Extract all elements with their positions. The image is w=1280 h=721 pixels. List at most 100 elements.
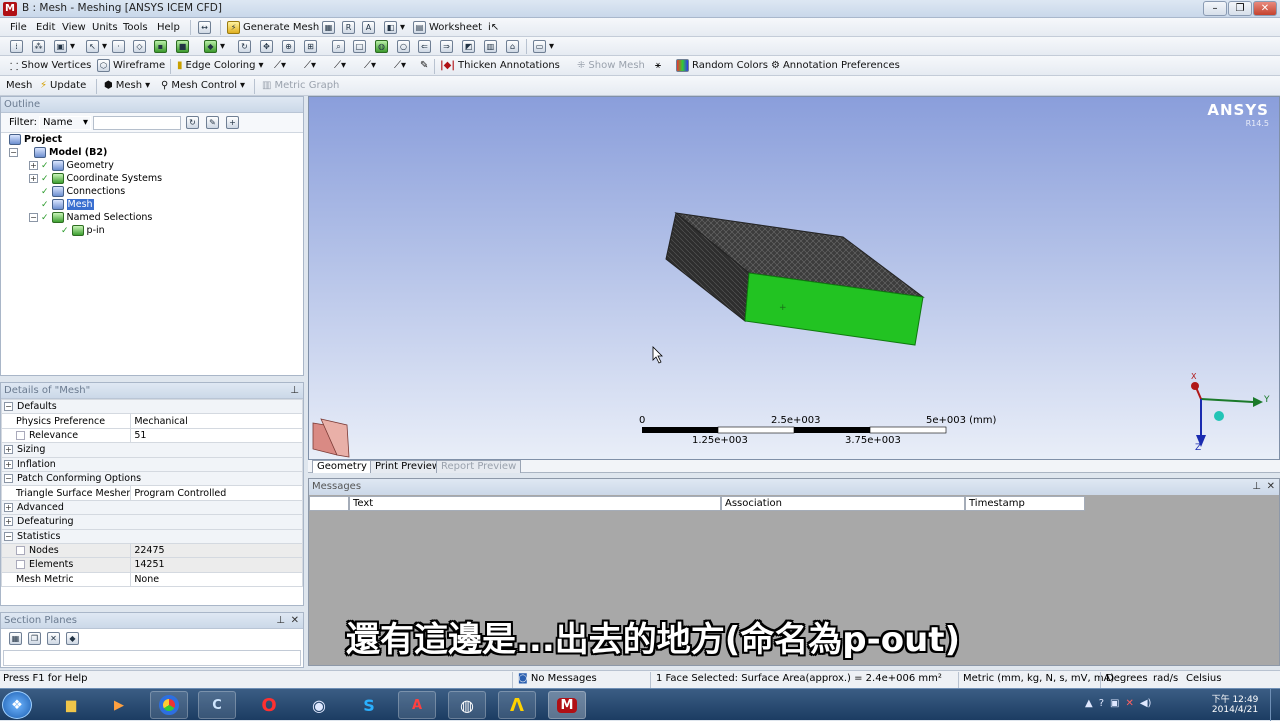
column-header-timestamp[interactable]: Timestamp [965,496,1085,511]
select-body-green-icon[interactable]: ■ [176,38,189,55]
details-row[interactable]: + Sizing [1,442,303,458]
status-units[interactable]: Metric (mm, kg, N, s, mV, mA) [963,673,1114,684]
status-degrees[interactable]: Degrees [1106,673,1148,684]
menu-file[interactable]: File [10,19,27,36]
tree-item-coordinate-systems[interactable]: + ✓ Coordinate Systems [29,173,162,184]
show-vertices-button[interactable]: ⸬ Show Vertices [10,57,91,74]
report-icon[interactable]: R [342,19,355,36]
tree-item-model[interactable]: − Model (B2) [9,147,107,158]
delete-icon[interactable]: ✕ [47,632,60,645]
parameter-checkbox[interactable] [16,430,25,440]
tree-item-geometry[interactable]: + ✓ Geometry [29,160,114,171]
tree-item-connections[interactable]: ✓ Connections [41,186,125,197]
magnifier-icon[interactable]: ◍ [375,38,388,55]
thicken-annotations-button[interactable]: |◆| Thicken Annotations [440,57,560,74]
menu-edit[interactable]: Edit [36,19,55,36]
select-vertex-icon[interactable]: ⁞ [10,38,23,55]
details-value[interactable]: Program Controlled [130,485,303,501]
show-desktop-button[interactable] [1270,689,1280,721]
screenshot-icon[interactable]: ◧ ▾ [384,19,405,36]
rotate-icon[interactable]: ↻ [238,38,251,55]
section-planes-list[interactable] [3,650,301,666]
details-value[interactable]: 14251 [130,557,303,573]
minimize-button[interactable]: – [1203,1,1227,16]
edge-display-2-icon[interactable]: ⟋▾ [304,57,316,74]
extend-icon[interactable]: ◆ ▾ [204,38,225,55]
copy-icon[interactable]: ❐ [28,632,41,645]
edge-display-5-icon[interactable]: ⟋▾ [394,57,406,74]
tab-report-preview[interactable]: Report Preview [436,460,522,473]
tree-item-project[interactable]: Project [9,134,62,145]
tree-arrow-icon[interactable]: ↔ [198,19,211,36]
parameter-checkbox[interactable] [16,546,25,556]
tray-help-icon[interactable]: ? [1099,698,1104,709]
parameter-checkbox[interactable] [16,560,25,570]
close-icon[interactable]: ✕ [1267,479,1275,494]
close-icon[interactable]: ✕ [291,613,299,628]
details-row[interactable]: + Advanced [1,499,303,516]
details-row[interactable]: − Statistics [1,528,303,544]
select-mode-icon[interactable]: ▣ ▾ [54,38,75,55]
edit-section-icon[interactable]: ◆ [66,632,79,645]
edge-display-3-icon[interactable]: ⟋▾ [334,57,346,74]
ccleaner-icon[interactable]: C [198,691,236,719]
random-colors-button[interactable]: Random Colors [676,57,768,74]
skype-icon[interactable]: S [350,691,388,719]
tree-item-named-selections[interactable]: − ✓ Named Selections [29,212,152,223]
chrome-icon[interactable] [150,691,188,719]
menu-tools[interactable]: Tools [123,19,148,36]
annotation-preferences-button[interactable]: ⚙ Annotation Preferences [771,57,900,74]
worksheet-button[interactable]: ▤ Worksheet [413,19,482,36]
collapse-icon[interactable]: − [4,474,13,484]
pin-icon[interactable]: ⊥ [290,383,299,398]
select-edge-icon[interactable]: ⁂ [32,38,45,55]
zoom-icon[interactable]: ⊕ [282,38,295,55]
tray-arrow-icon[interactable]: ▲ [1085,698,1093,709]
app-icon[interactable]: M [3,2,17,16]
update-button[interactable]: ⚡ Update [40,77,86,94]
zoom-fit-icon[interactable]: ⌕ [332,38,345,55]
details-row[interactable]: Triangle Surface Mesher Program Controlle… [0,485,303,501]
pin-icon[interactable]: ⊥ [1252,479,1261,494]
details-value[interactable]: 51 [130,427,303,444]
pointer-icon[interactable]: ↖ ▾ [86,38,107,55]
tray-volume-icon[interactable]: ◀) [1140,698,1152,709]
details-value[interactable]: Mechanical [130,413,303,429]
status-temperature[interactable]: Celsius [1186,673,1221,684]
expand-icon[interactable]: + [4,517,13,527]
tree-item-mesh[interactable]: ✓ Mesh [41,199,94,210]
menu-help[interactable]: Help [157,19,180,36]
menu-view[interactable]: View [62,19,86,36]
pin-icon[interactable]: ⊥ [276,613,285,628]
clock[interactable]: 下午 12:49 2014/4/21 [1206,692,1264,715]
obs-icon[interactable]: ◍ [448,691,486,719]
details-row[interactable]: − Patch Conforming Options [1,470,303,487]
column-header-text[interactable]: Text [349,496,721,511]
expand-icon[interactable]: + [4,502,13,512]
collapse-icon[interactable]: − [29,213,38,222]
icem-meshing-icon[interactable]: M [548,691,586,719]
tab-print-preview[interactable]: Print Preview [370,460,446,473]
info-cursor-icon[interactable]: i↖ [488,19,499,36]
expand-icon[interactable]: + [4,459,13,469]
tray-flag-icon[interactable]: ✕ [1125,698,1133,709]
explorer-icon[interactable]: ▆ [52,691,90,719]
expand-icon[interactable]: + [4,445,13,455]
collapse-icon[interactable]: − [4,402,13,412]
edge-display-1-icon[interactable]: ⟋▾ [274,57,286,74]
graphics-viewport[interactable]: + ANSYS R14.5 0 2.5e+003 5e+003 (mm) 1.2… [308,96,1280,460]
edge-display-4-icon[interactable]: ⟋▾ [364,57,376,74]
show-mesh-button[interactable]: ⁜ Show Mesh [577,57,645,74]
details-row[interactable]: Relevance 51 [0,427,303,444]
mesh-display-icon[interactable]: ⚹ [655,57,661,74]
start-orb-icon[interactable]: ❖ [2,691,32,719]
mesh-control-button[interactable]: ⚲ Mesh Control ▾ [161,77,245,94]
expand-icon[interactable]: + [29,174,38,183]
box-zoom-icon[interactable]: □ [353,38,366,55]
set-view-icon[interactable]: ▥ [484,38,497,55]
tray-network-icon[interactable]: ▣ [1110,698,1119,709]
acrobat-icon[interactable]: A [398,691,436,719]
status-rads[interactable]: rad/s [1153,673,1178,684]
restore-button[interactable]: ❐ [1228,1,1252,16]
details-value[interactable]: 22475 [130,542,303,559]
